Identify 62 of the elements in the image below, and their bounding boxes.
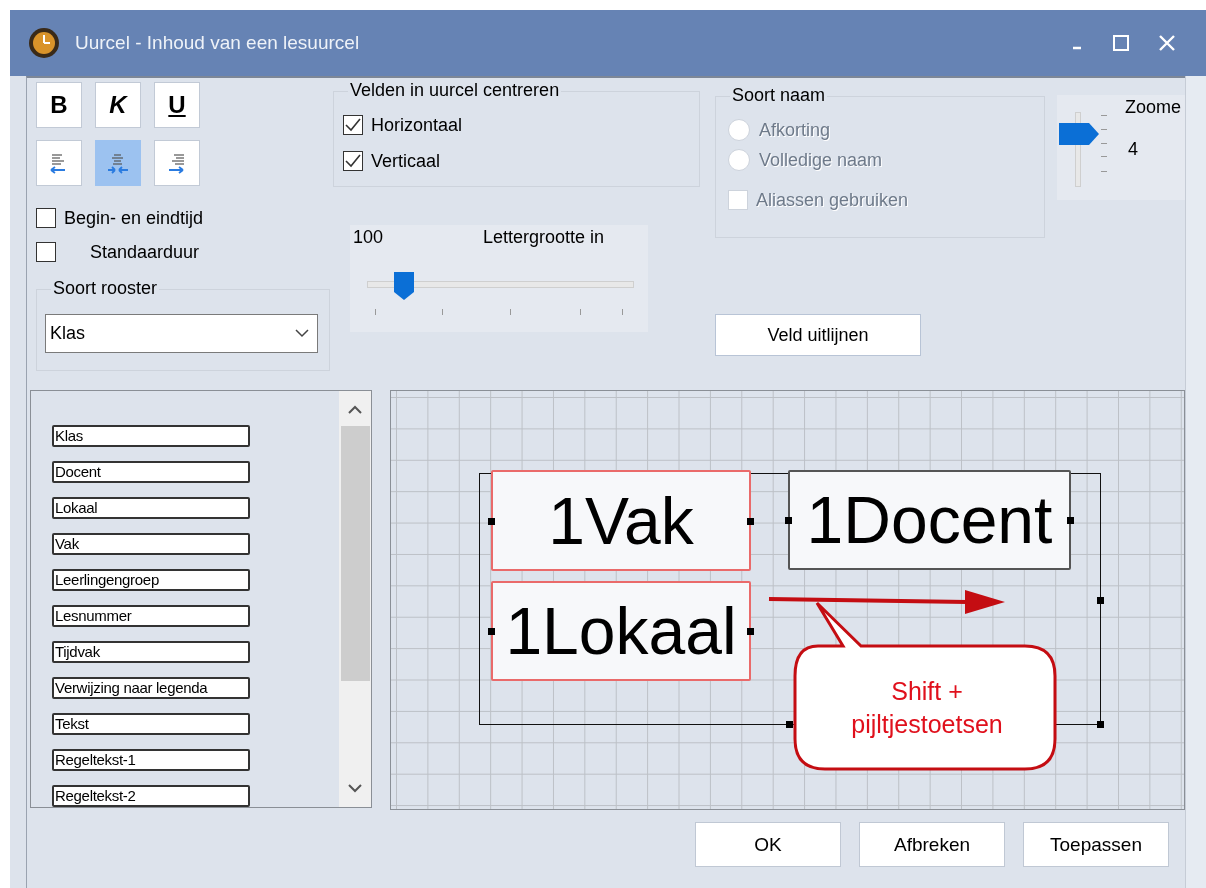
selection-handle[interactable]	[1097, 597, 1104, 604]
selection-handle[interactable]	[1067, 517, 1074, 524]
slider-value: 100	[353, 227, 384, 248]
align-button[interactable]	[154, 140, 200, 186]
checkbox-label: Begin- en eindtijd	[64, 207, 204, 229]
checkbox[interactable]	[36, 208, 56, 228]
slider-thumb[interactable]	[394, 272, 415, 300]
scroll-down-icon[interactable]	[348, 784, 362, 793]
field-list-item[interactable]: Lesnummer	[52, 605, 250, 627]
slider-label: Lettergrootte in	[483, 227, 605, 248]
checkbox[interactable]	[36, 242, 56, 262]
field-list-item[interactable]: Docent	[52, 461, 250, 483]
zoom-label: Zoome	[1125, 97, 1182, 118]
checkbox-label: Verticaal	[371, 150, 441, 172]
scroll-up-icon[interactable]	[348, 405, 362, 414]
checkbox[interactable]	[343, 151, 363, 171]
canvas-field[interactable]: 1Lokaal	[491, 581, 751, 681]
align-center-icon	[107, 151, 129, 175]
dialog-button[interactable]: Toepassen	[1023, 822, 1169, 867]
scrollbar[interactable]	[339, 391, 371, 807]
field-list-item[interactable]: Regeltekst-2	[52, 785, 250, 807]
checkbox-label: Horizontaal	[371, 114, 463, 136]
field-list-item[interactable]: Tekst	[52, 713, 250, 735]
bold-button[interactable]: B	[36, 82, 82, 128]
dialog-button[interactable]: OK	[695, 822, 841, 867]
field-list-item[interactable]: Lokaal	[52, 497, 250, 519]
field-list-item[interactable]: Klas	[52, 425, 250, 447]
maximize-icon[interactable]	[1112, 34, 1130, 52]
dropdown[interactable]: Klas	[45, 314, 318, 353]
selection-handle[interactable]	[786, 721, 793, 728]
align-field-button[interactable]: Veld uitlijnen	[715, 314, 921, 356]
field-list-item[interactable]: Vak	[52, 533, 250, 555]
field-list-item[interactable]: Tijdvak	[52, 641, 250, 663]
field-list-item[interactable]: Verwijzing naar legenda	[52, 677, 250, 699]
layout-canvas[interactable]: 1Vak 1Docent 1Lokaal Shift + pijltjestoetsen	[390, 390, 1185, 810]
dialog-button[interactable]: Afbreken	[859, 822, 1005, 867]
clock-icon	[28, 27, 60, 59]
checkbox[interactable]	[343, 115, 363, 135]
window-title: Uurcel - Inhoud van een lesuurcel	[75, 32, 361, 54]
canvas-field[interactable]: 1Vak	[491, 470, 751, 571]
selection-handle[interactable]	[488, 628, 495, 635]
align-button[interactable]	[36, 140, 82, 186]
align-button[interactable]	[95, 140, 141, 186]
selection-handle[interactable]	[747, 628, 754, 635]
close-icon[interactable]	[1158, 34, 1176, 52]
selection-handle[interactable]	[1097, 721, 1104, 728]
zoom-slider-thumb[interactable]	[1059, 122, 1099, 145]
selection-handle[interactable]	[785, 517, 792, 524]
chevron-down-icon	[295, 329, 309, 338]
field-list-item[interactable]: Regeltekst-1	[52, 749, 250, 771]
selection-handle[interactable]	[488, 517, 495, 525]
checkbox-label: Aliassen gebruiken	[756, 189, 909, 211]
zoom-value: 4	[1128, 139, 1138, 160]
selection-handle[interactable]	[747, 517, 754, 525]
field-list-item[interactable]: Leerlingengroep	[52, 569, 250, 591]
callout-text: Shift + pijltjestoetsen	[850, 676, 1004, 740]
checkbox-label: Standaarduur	[90, 241, 200, 263]
italic-button[interactable]: K	[95, 82, 141, 128]
canvas-field[interactable]: 1Docent	[788, 470, 1071, 570]
radio-label: Volledige naam	[759, 149, 883, 171]
underline-button[interactable]: U	[154, 82, 200, 128]
radio-label: Afkorting	[759, 119, 831, 141]
